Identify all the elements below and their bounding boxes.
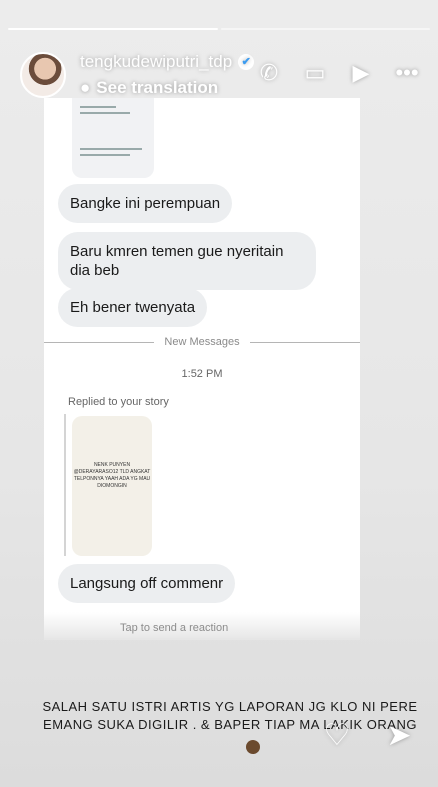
- replied-to-story-label: Replied to your story: [68, 396, 169, 408]
- thumbnail-line: [80, 154, 130, 156]
- new-messages-label: New Messages: [164, 336, 240, 348]
- story-thumbnail: NENK PUNYEN @DERAYARASO12 TLD ANGKAT TEL…: [72, 416, 152, 556]
- username[interactable]: tengkudewiputri_tdp ✔: [80, 52, 255, 72]
- avatar[interactable]: [20, 52, 66, 98]
- phone-icon[interactable]: ✆: [256, 60, 282, 86]
- video-icon[interactable]: ▭: [302, 60, 328, 86]
- see-translation-button[interactable]: ● See translation: [80, 78, 218, 98]
- play-icon[interactable]: ▶: [348, 60, 374, 86]
- message-bubble: Eh bener twenyata: [58, 288, 208, 327]
- thumbnail-line: [80, 148, 142, 150]
- poop-emoji-icon: [246, 740, 260, 754]
- thumbnail-line: [80, 106, 116, 108]
- story-progress-bar: [8, 28, 430, 30]
- message-timestamp: 1:52 PM: [181, 368, 223, 380]
- new-messages-divider: New Messages: [44, 334, 360, 350]
- more-icon[interactable]: •••: [394, 60, 420, 86]
- story-header: tengkudewiputri_tdp ✔ ● See translation …: [0, 44, 438, 104]
- message-bubble: Langsung off commenr: [58, 564, 236, 603]
- image-thumbnail: [72, 98, 154, 178]
- divider-line: [44, 341, 155, 343]
- heart-icon[interactable]: ♡: [320, 718, 354, 753]
- see-translation-label: See translation: [96, 78, 219, 97]
- message-bubble: Bangke ini perempuan: [58, 184, 233, 223]
- share-icon[interactable]: ➤: [382, 718, 416, 753]
- story-viewer: tengkudewiputri_tdp ✔ ● See translation …: [0, 0, 438, 787]
- translate-icon: ●: [80, 78, 91, 97]
- story-actions: ♡ ➤: [320, 718, 416, 753]
- progress-segment: [8, 28, 218, 30]
- divider-line: [249, 341, 360, 343]
- reply-indicator: [64, 414, 66, 556]
- thumbnail-line: [80, 112, 130, 114]
- reaction-hint: Tap to send a reaction: [120, 622, 229, 634]
- header-actions: ✆ ▭ ▶ •••: [256, 60, 420, 86]
- message-bubble: Baru kmren temen gue nyeritain dia beb: [58, 232, 316, 290]
- chat-screenshot: Bangke ini perempuan Baru kmren temen gu…: [44, 98, 360, 638]
- username-label: tengkudewiputri_tdp: [80, 52, 233, 71]
- verified-icon: ✔: [238, 54, 255, 70]
- progress-segment: [220, 28, 430, 30]
